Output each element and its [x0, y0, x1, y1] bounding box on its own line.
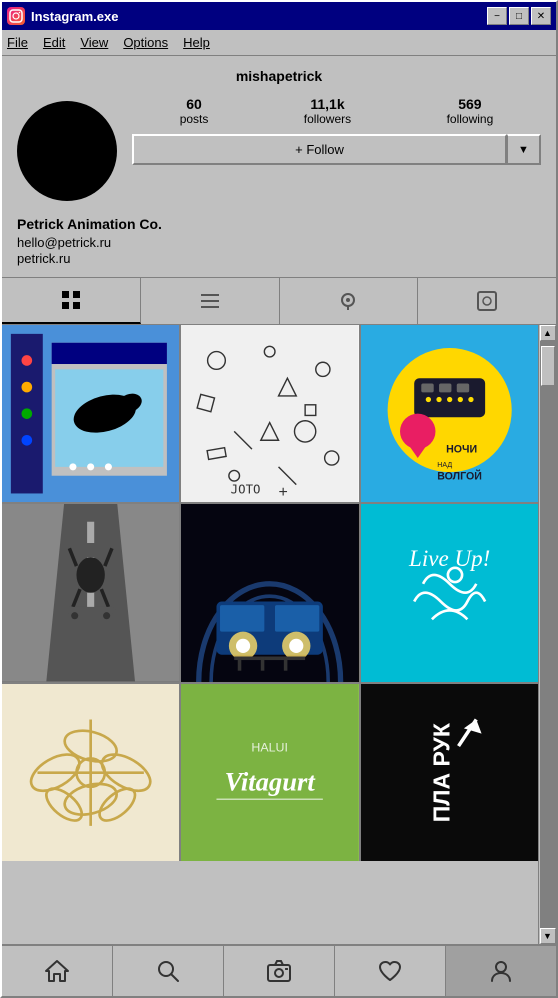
- follow-group: + Follow ▼: [132, 134, 541, 165]
- heart-nav-item[interactable]: [335, 946, 446, 996]
- window-controls: − □ ✕: [487, 7, 551, 25]
- window-title: Instagram.exe: [31, 9, 481, 24]
- content-area: JOTO +: [2, 325, 556, 944]
- svg-text:HALUI: HALUI: [252, 740, 289, 754]
- bio-email: hello@petrick.ru: [17, 235, 541, 250]
- app-icon: [7, 7, 25, 25]
- svg-text:НОЧИ: НОЧИ: [446, 444, 477, 456]
- scroll-up-arrow[interactable]: ▲: [540, 325, 556, 341]
- followers-count: 11,1k: [310, 96, 344, 112]
- stats-row: 60 posts 11,1k followers 569 following: [132, 96, 541, 126]
- username: mishapetrick: [17, 68, 541, 84]
- svg-text:+: +: [279, 484, 288, 501]
- menu-file[interactable]: File: [7, 35, 28, 50]
- scroll-thumb[interactable]: [541, 346, 555, 386]
- followers-label: followers: [304, 112, 351, 126]
- home-nav-item[interactable]: [2, 946, 113, 996]
- followers-stat: 11,1k followers: [304, 96, 351, 126]
- svg-text:ВОЛГОЙ: ВОЛГОЙ: [437, 469, 482, 482]
- tab-location[interactable]: [280, 278, 419, 324]
- profile-section: mishapetrick 60 posts 11,1k followers 56…: [2, 56, 556, 211]
- menu-edit[interactable]: Edit: [43, 35, 65, 50]
- grid-cell-5[interactable]: [181, 504, 358, 681]
- grid-cell-2[interactable]: JOTO +: [181, 325, 358, 502]
- grid-cell-8[interactable]: HALUI Vitagurt: [181, 684, 358, 861]
- tab-tag[interactable]: [418, 278, 556, 324]
- grid-cell-4[interactable]: [2, 504, 179, 681]
- scrollbar: ▲ ▼: [538, 325, 556, 944]
- menu-help[interactable]: Help: [183, 35, 210, 50]
- bottom-nav: [2, 944, 556, 996]
- title-bar: Instagram.exe − □ ✕: [2, 2, 556, 30]
- svg-text:ПЛА РУК: ПЛА РУК: [428, 722, 454, 822]
- scroll-track[interactable]: [540, 341, 556, 928]
- grid-cell-9[interactable]: ПЛА РУК: [361, 684, 538, 861]
- camera-nav-item[interactable]: [224, 946, 335, 996]
- svg-text:JOTO: JOTO: [231, 481, 261, 496]
- follow-dropdown-button[interactable]: ▼: [507, 134, 541, 165]
- bio-name: Petrick Animation Co.: [17, 216, 541, 232]
- tab-bar: [2, 277, 556, 325]
- main-window: Instagram.exe − □ ✕ File Edit View Optio…: [0, 0, 558, 998]
- scroll-down-arrow[interactable]: ▼: [540, 928, 556, 944]
- following-count: 569: [458, 96, 481, 112]
- avatar: [17, 101, 117, 201]
- svg-text:Live Up!: Live Up!: [408, 545, 490, 571]
- menu-view[interactable]: View: [80, 35, 108, 50]
- tab-list[interactable]: [141, 278, 280, 324]
- svg-text:НАД: НАД: [437, 461, 452, 469]
- bio-website: petrick.ru: [17, 251, 541, 266]
- following-label: following: [447, 112, 494, 126]
- grid-cell-1[interactable]: [2, 325, 179, 502]
- image-grid: JOTO +: [2, 325, 538, 861]
- stats-and-follow: 60 posts 11,1k followers 569 following +…: [132, 96, 541, 165]
- grid-cell-3[interactable]: НОЧИ НАД ВОЛГОЙ: [361, 325, 538, 502]
- posts-count: 60: [186, 96, 202, 112]
- following-stat: 569 following: [447, 96, 494, 126]
- close-button[interactable]: ✕: [531, 7, 551, 25]
- bio-section: Petrick Animation Co. hello@petrick.ru p…: [2, 211, 556, 277]
- grid-cell-6[interactable]: Live Up!: [361, 504, 538, 681]
- maximize-button[interactable]: □: [509, 7, 529, 25]
- profile-nav-item[interactable]: [446, 946, 556, 996]
- search-nav-item[interactable]: [113, 946, 224, 996]
- posts-stat: 60 posts: [180, 96, 209, 126]
- grid-cell-7[interactable]: [2, 684, 179, 861]
- posts-label: posts: [180, 112, 209, 126]
- tab-grid[interactable]: [2, 278, 141, 324]
- menu-bar: File Edit View Options Help: [2, 30, 556, 56]
- menu-options[interactable]: Options: [123, 35, 168, 50]
- grid-scroll[interactable]: JOTO +: [2, 325, 538, 944]
- minimize-button[interactable]: −: [487, 7, 507, 25]
- follow-button[interactable]: + Follow: [132, 134, 507, 165]
- profile-info: 60 posts 11,1k followers 569 following +…: [17, 96, 541, 201]
- svg-text:Vitagurt: Vitagurt: [225, 766, 317, 796]
